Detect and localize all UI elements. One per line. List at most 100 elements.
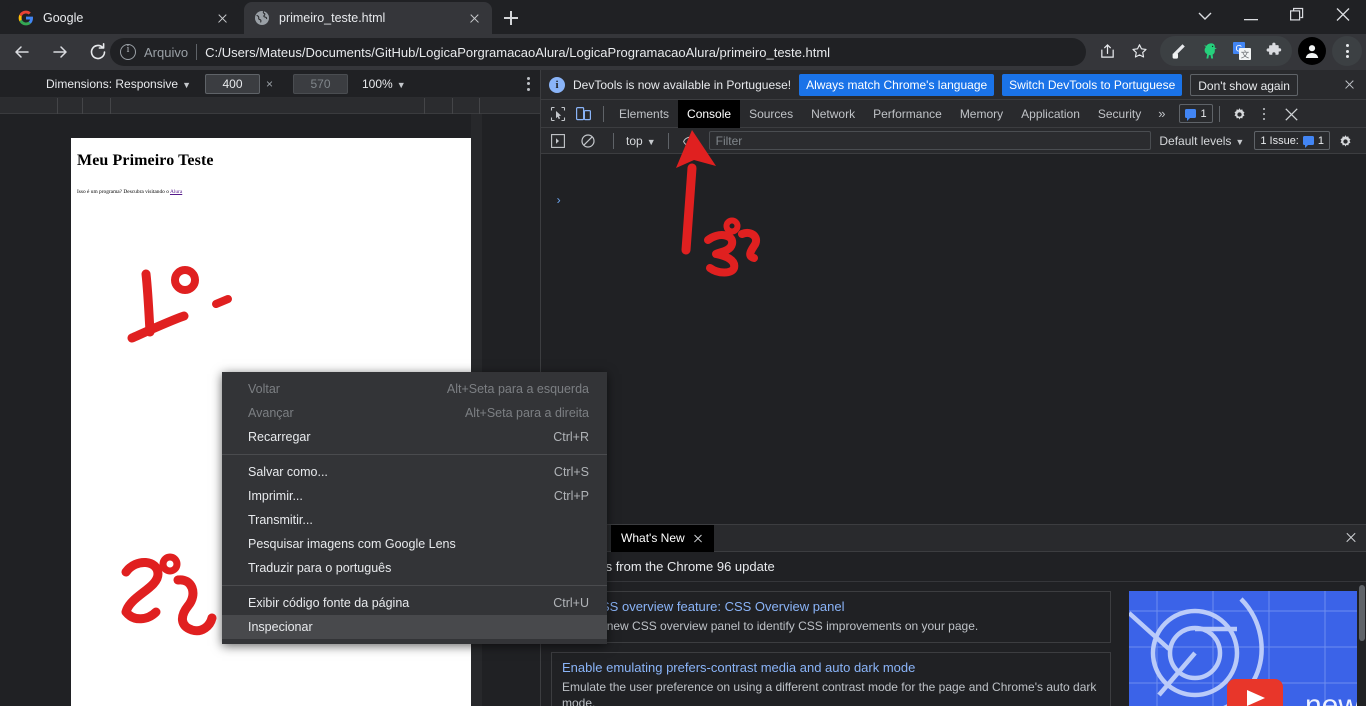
context-menu-item-recarregar[interactable]: Recarregar Ctrl+R	[222, 425, 607, 449]
tab-elements[interactable]: Elements	[610, 100, 678, 128]
dimensions-label-text: Dimensions: Responsive	[46, 76, 179, 91]
browser-tab-google[interactable]: Google	[8, 2, 240, 34]
live-expression-icon[interactable]	[679, 129, 705, 153]
menu-label: Transmitir...	[248, 513, 313, 527]
devtools-close-icon[interactable]	[1278, 102, 1304, 126]
close-icon[interactable]	[1320, 0, 1366, 34]
context-menu-item-avancar[interactable]: Avançar Alt+Seta para a direita	[222, 401, 607, 425]
whats-new-scrollbar[interactable]	[1357, 583, 1366, 706]
google-icon	[18, 10, 34, 26]
card-description: Emulate the user preference on using a d…	[562, 680, 1097, 706]
context-menu-item-transmitir[interactable]: Transmitir...	[222, 508, 607, 532]
bookmark-star-icon[interactable]	[1124, 36, 1154, 66]
menu-label: Imprimir...	[248, 489, 303, 503]
console-context-select[interactable]: top ▼	[624, 134, 658, 148]
whats-new-video-thumbnail[interactable]: new	[1129, 591, 1357, 706]
dont-show-again-button[interactable]: Don't show again	[1190, 73, 1298, 96]
menu-shortcut: Ctrl+P	[553, 489, 589, 503]
chrome-menu-icon[interactable]	[1332, 36, 1362, 66]
device-height-input[interactable]: 570	[293, 73, 348, 94]
tab-sources[interactable]: Sources	[740, 100, 802, 128]
context-menu-item-imprimir[interactable]: Imprimir... Ctrl+P	[222, 484, 607, 508]
window-controls	[1182, 0, 1366, 34]
close-icon[interactable]	[214, 10, 230, 26]
context-menu-item-inspecionar[interactable]: Inspecionar	[222, 615, 607, 639]
context-menu-item-salvar-como[interactable]: Salvar como... Ctrl+S	[222, 460, 607, 484]
settings-gear-icon[interactable]	[1226, 102, 1252, 126]
address-bar[interactable]: Arquivo C:/Users/Mateus/Documents/GitHub…	[110, 38, 1086, 66]
context-menu-item-traduzir[interactable]: Traduzir para o português	[222, 556, 607, 580]
whats-new-media: new	[1121, 583, 1366, 706]
maximize-icon[interactable]	[1274, 0, 1320, 34]
dimension-separator: ×	[265, 76, 273, 91]
menu-label: Exibir código fonte da página	[248, 596, 410, 610]
card-title[interactable]: New CSS overview feature: CSS Overview p…	[562, 599, 1100, 614]
devtools-more-icon[interactable]	[1252, 102, 1278, 126]
device-emulation-toolbar: Dimensions: Responsive ▼ 400 × 570 100% ▼	[0, 70, 540, 98]
message-icon	[1185, 109, 1197, 121]
devtools-drawer: Console What's New Highlights from the C…	[541, 524, 1366, 706]
card-title[interactable]: Enable emulating prefers-contrast media …	[562, 660, 1100, 675]
switch-devtools-language-button[interactable]: Switch DevTools to Portuguese	[1002, 73, 1183, 96]
drawer-close-icon[interactable]	[1343, 530, 1359, 546]
device-ruler	[0, 98, 540, 114]
pen-extension-icon[interactable]	[1163, 36, 1193, 66]
info-icon[interactable]	[120, 44, 136, 60]
tab-network[interactable]: Network	[802, 100, 864, 128]
more-tabs-icon[interactable]: »	[1150, 106, 1173, 121]
console-levels-select[interactable]: Default levels ▼	[1155, 134, 1248, 148]
context-menu-item-exibir-codigo-fonte[interactable]: Exibir código fonte da página Ctrl+U	[222, 591, 607, 615]
always-match-language-button[interactable]: Always match Chrome's language	[799, 73, 995, 96]
console-settings-icon[interactable]	[1334, 129, 1360, 153]
tab-performance[interactable]: Performance	[864, 100, 951, 128]
close-icon[interactable]	[466, 10, 482, 26]
share-icon[interactable]	[1092, 36, 1122, 66]
browser-tab-primeiro-teste[interactable]: primeiro_teste.html	[244, 2, 492, 34]
tab-console[interactable]: Console	[678, 99, 741, 128]
device-toolbar-icon[interactable]	[571, 102, 597, 126]
device-zoom-select[interactable]: 100% ▼	[362, 77, 406, 91]
dimensions-label[interactable]: Dimensions: Responsive ▼	[46, 77, 191, 91]
tab-application[interactable]: Application	[1012, 100, 1089, 128]
svg-text:文: 文	[1241, 50, 1250, 60]
chevron-down-icon: ▼	[646, 136, 656, 147]
device-width-input[interactable]: 400	[204, 73, 260, 94]
chevron-down-icon[interactable]	[1182, 0, 1228, 34]
console-issues-label: 1 Issue:	[1260, 134, 1299, 147]
profile-avatar-icon[interactable]	[1298, 37, 1326, 65]
menu-label: Avançar	[248, 406, 294, 420]
drawer-tab-whats-new[interactable]: What's New	[611, 524, 714, 552]
tab-security[interactable]: Security	[1089, 100, 1150, 128]
console-issues-badge[interactable]: 1 Issue: 1	[1254, 131, 1330, 150]
tab-title: Google	[43, 11, 84, 25]
tab-strip: Google primeiro_teste.html	[0, 0, 1366, 34]
clear-console-icon[interactable]	[577, 129, 603, 153]
console-sidebar-icon[interactable]	[547, 129, 573, 153]
devtools-language-banner: DevTools is now available in Portuguese!…	[541, 70, 1366, 100]
context-menu-item-voltar[interactable]: Voltar Alt+Seta para a esquerda	[222, 377, 607, 401]
console-filter-input[interactable]: Filter	[708, 131, 1152, 150]
new-tab-button[interactable]	[498, 5, 524, 31]
google-translate-icon[interactable]: G 文	[1227, 36, 1257, 66]
menu-label: Inspecionar	[248, 620, 313, 634]
tab-memory[interactable]: Memory	[951, 100, 1012, 128]
close-icon[interactable]	[692, 532, 704, 544]
console-output[interactable]: ›	[541, 184, 1366, 524]
whats-new-headline: Highlights from the Chrome 96 update	[541, 552, 1366, 582]
close-icon[interactable]	[1340, 76, 1358, 94]
context-menu-item-google-lens[interactable]: Pesquisar imagens com Google Lens	[222, 532, 607, 556]
minimize-icon[interactable]	[1228, 0, 1274, 34]
back-icon[interactable]	[6, 36, 38, 68]
chevron-down-icon: ▼	[396, 79, 406, 90]
whats-new-card[interactable]: Enable emulating prefers-contrast media …	[551, 652, 1111, 706]
dinosaur-extension-icon[interactable]	[1195, 36, 1225, 66]
whats-new-card[interactable]: New CSS overview feature: CSS Overview p…	[551, 591, 1111, 644]
alura-link[interactable]: Alura	[170, 189, 182, 195]
device-more-options-icon[interactable]	[527, 76, 530, 91]
inspect-element-icon[interactable]	[545, 102, 571, 126]
page-context-menu: Voltar Alt+Seta para a esquerda Avançar …	[222, 372, 607, 644]
extensions-puzzle-icon[interactable]	[1259, 36, 1289, 66]
forward-icon[interactable]	[44, 36, 76, 68]
issues-badge[interactable]: 1	[1179, 104, 1213, 123]
console-prompt-caret: ›	[555, 194, 563, 208]
